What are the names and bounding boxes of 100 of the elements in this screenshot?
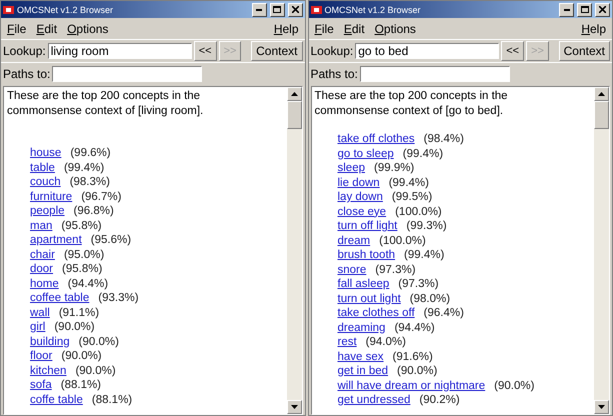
minimize-icon <box>256 8 262 10</box>
concept-score: (94.4%) <box>394 322 435 334</box>
concept-link[interactable]: chair <box>30 248 55 260</box>
concept-link[interactable]: man <box>30 220 52 232</box>
window-title: OMCSNet v1.2 Browser <box>324 4 422 14</box>
concept-score: (91.1%) <box>58 306 100 318</box>
menu-item[interactable]: Edit <box>344 22 365 36</box>
minimize-button[interactable] <box>252 2 266 16</box>
concept-score: (100.0%) <box>395 206 442 218</box>
scrollbar[interactable] <box>286 87 302 414</box>
menu-item[interactable]: Options <box>374 22 416 36</box>
maximize-icon <box>580 6 588 13</box>
concept-link[interactable]: take off clothes <box>338 133 415 145</box>
concept-link[interactable]: kitchen <box>30 364 66 376</box>
menu-item[interactable]: File <box>7 22 26 36</box>
intro-text: These are the top 200 concepts in the commonsense context of [living room]. <box>7 89 204 118</box>
concept-link[interactable]: take clothes off <box>338 307 415 319</box>
concept-link[interactable]: rest <box>338 336 357 348</box>
concept-link[interactable]: sleep <box>338 162 365 174</box>
concept-link[interactable]: dream <box>338 234 370 246</box>
concept-score: (90.0%) <box>494 380 534 392</box>
menu-item[interactable]: Edit <box>36 22 58 36</box>
concept-link[interactable]: coffe table <box>30 394 83 406</box>
menu-item[interactable]: File <box>314 22 334 36</box>
scroll-up-icon <box>598 92 605 96</box>
context-button[interactable]: Context <box>558 41 610 61</box>
close-button[interactable] <box>288 2 302 16</box>
concept-link[interactable]: building <box>30 336 70 348</box>
paths-field[interactable] <box>360 66 510 82</box>
concept-link[interactable]: fall asleep <box>338 278 390 290</box>
concept-link[interactable]: apartment <box>30 234 82 246</box>
concept-score: (90.0%) <box>54 321 95 333</box>
scroll-down-button[interactable] <box>594 400 609 414</box>
concept-score: (99.6%) <box>70 147 111 159</box>
context-button[interactable]: Context <box>251 41 302 61</box>
concept-score: (88.1%) <box>92 394 132 406</box>
concept-link[interactable]: couch <box>30 176 61 188</box>
concept-link[interactable]: brush tooth <box>338 249 396 261</box>
back-button[interactable]: << <box>501 41 524 61</box>
maximize-button[interactable] <box>577 2 592 16</box>
concept-score: (97.3%) <box>375 264 416 276</box>
scroll-thumb[interactable] <box>594 101 609 129</box>
concept-link[interactable]: wall <box>30 306 50 318</box>
concept-score: (95.8%) <box>62 263 102 275</box>
concept-link[interactable]: go to sleep <box>338 148 394 160</box>
concept-link[interactable]: will have dream or nightmare <box>338 380 486 392</box>
concept-link[interactable]: people <box>30 205 65 217</box>
lookup-field[interactable]: living room <box>48 43 192 59</box>
concept-link[interactable]: get undressed <box>338 394 410 406</box>
concept-score: (99.5%) <box>392 191 432 203</box>
close-button[interactable] <box>595 2 610 16</box>
concept-score: (94.0%) <box>366 336 406 348</box>
concept-score: (99.9%) <box>374 162 414 174</box>
concept-link[interactable]: coffee table <box>30 292 90 304</box>
concept-score: (98.4%) <box>424 133 464 145</box>
concept-score: (95.6%) <box>90 234 132 246</box>
concept-link[interactable]: lay down <box>338 191 383 203</box>
scroll-up-icon <box>290 92 298 96</box>
concept-link[interactable]: turn out light <box>338 292 401 304</box>
concept-link[interactable]: lie down <box>338 176 380 188</box>
scroll-up-button[interactable] <box>594 87 609 101</box>
concept-link[interactable]: home <box>30 278 59 290</box>
concept-link[interactable]: house <box>30 147 62 159</box>
concept-score: (90.0%) <box>75 364 116 376</box>
scroll-up-button[interactable] <box>286 87 302 101</box>
concept-score: (96.7%) <box>81 190 122 202</box>
concept-score: (97.3%) <box>398 278 439 290</box>
lookup-field[interactable]: go to bed <box>355 43 500 59</box>
concept-link[interactable]: floor <box>30 350 52 362</box>
minimize-button[interactable] <box>559 2 574 16</box>
concept-link[interactable]: furniture <box>30 190 72 202</box>
paths-field[interactable] <box>52 66 202 82</box>
concept-score: (96.8%) <box>74 205 114 217</box>
concept-link[interactable]: have sex <box>338 350 384 362</box>
scrollbar[interactable] <box>594 87 609 414</box>
intro-text: These are the top 200 concepts in the commonsense context of [go to bed]. <box>314 89 509 118</box>
concept-score: (99.4%) <box>388 176 429 188</box>
concept-link[interactable]: table <box>30 162 55 174</box>
menu-item[interactable]: Options <box>67 22 108 36</box>
concept-link[interactable]: close eye <box>338 206 386 218</box>
concept-link[interactable]: girl <box>30 321 46 333</box>
concept-link[interactable]: sofa <box>30 379 52 391</box>
concept-score: (90.0%) <box>397 365 438 377</box>
menu-item[interactable]: Help <box>581 22 606 36</box>
concept-link[interactable]: snore <box>338 264 366 276</box>
scroll-down-icon <box>598 405 605 409</box>
concept-link[interactable]: door <box>30 263 54 275</box>
menu-item[interactable]: Help <box>274 22 298 36</box>
app-icon <box>310 4 322 14</box>
scroll-down-button[interactable] <box>286 400 302 414</box>
concept-link[interactable]: get in bed <box>338 365 388 377</box>
concept-score: (96.4%) <box>424 307 464 319</box>
scroll-thumb[interactable] <box>286 101 302 129</box>
concept-link[interactable]: turn off light <box>338 220 398 232</box>
close-icon <box>599 6 606 13</box>
maximize-button[interactable] <box>270 2 284 16</box>
back-button[interactable]: << <box>194 41 217 61</box>
close-icon <box>292 6 298 13</box>
concept-score: (93.3%) <box>98 292 139 304</box>
concept-link[interactable]: dreaming <box>338 322 386 334</box>
